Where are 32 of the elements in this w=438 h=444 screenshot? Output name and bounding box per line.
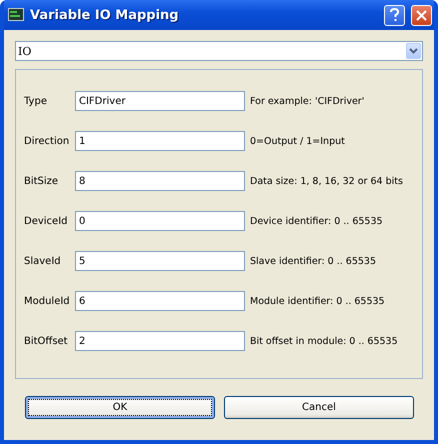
chevron-down-icon (409, 48, 418, 54)
input-field[interactable]: 6 (75, 291, 245, 311)
type-dropdown[interactable]: IO (15, 41, 423, 61)
window-title: Variable IO Mapping (30, 8, 180, 22)
field-hint: For example: 'CIFDriver' (250, 96, 364, 106)
field-hint: Module identifier: 0 .. 65535 (250, 296, 385, 306)
field-label: DeviceId (24, 216, 68, 226)
dropdown-button[interactable] (406, 43, 421, 59)
field-label: BitOffset (24, 336, 69, 346)
field-label: Type (24, 96, 48, 106)
help-icon (389, 8, 400, 22)
close-icon (416, 10, 427, 20)
field-label: SlaveId (24, 256, 62, 266)
input-field[interactable]: 5 (75, 251, 245, 271)
input-field[interactable]: 1 (75, 131, 245, 151)
field-hint: Bit offset in module: 0 .. 65535 (250, 336, 398, 346)
ok-button[interactable]: OK (25, 396, 215, 419)
input-field[interactable]: 8 (75, 171, 245, 191)
field-label: BitSize (24, 176, 60, 186)
input-field[interactable]: CIFDriver (75, 91, 245, 111)
help-button[interactable] (384, 4, 405, 26)
field-label: Direction (24, 136, 70, 146)
field-hint: 0=Output / 1=Input (250, 136, 345, 146)
app-icon (8, 8, 24, 22)
cancel-button[interactable]: Cancel (224, 396, 414, 419)
field-hint: Data size: 1, 8, 16, 32 or 64 bits (250, 176, 403, 186)
field-hint: Slave identifier: 0 .. 65535 (250, 256, 376, 266)
field-label: ModuleId (24, 296, 71, 306)
close-button[interactable] (411, 4, 432, 26)
input-field[interactable]: 2 (75, 331, 245, 351)
field-hint: Device identifier: 0 .. 65535 (250, 216, 383, 226)
input-field[interactable]: 0 (75, 211, 245, 231)
